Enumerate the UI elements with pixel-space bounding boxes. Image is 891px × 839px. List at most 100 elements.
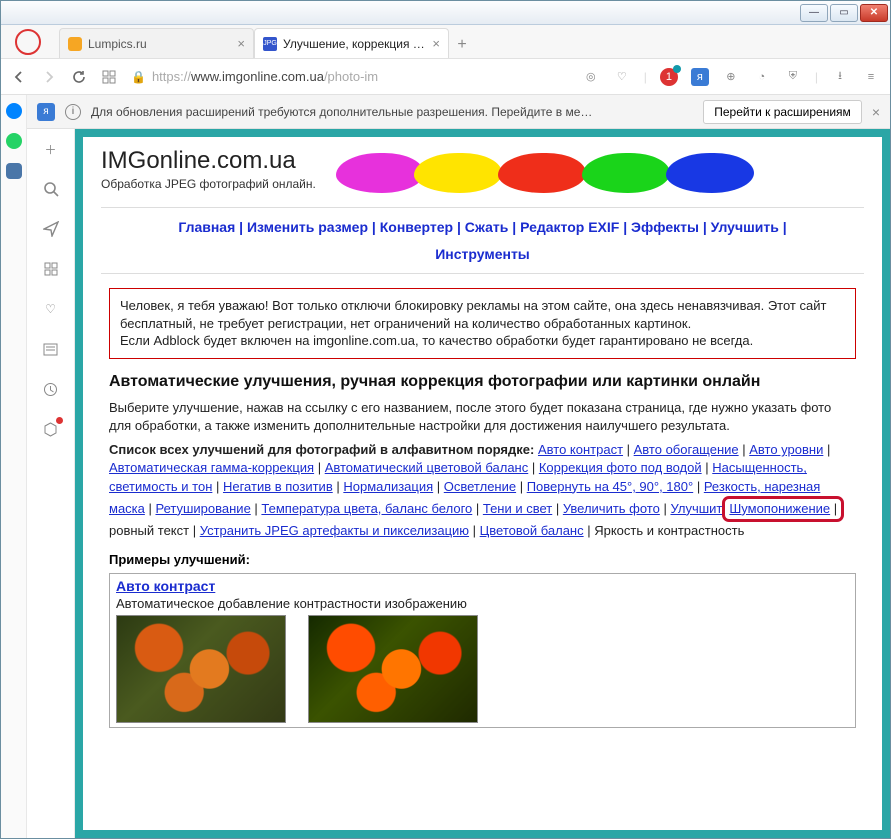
vk-icon[interactable]	[6, 163, 22, 179]
notification-text: Для обновления расширений требуются допо…	[91, 105, 693, 119]
splash-green-icon	[582, 153, 670, 193]
tab-close-icon[interactable]: ×	[237, 36, 245, 51]
example-thumbnails	[116, 615, 849, 723]
link-improve-text-b[interactable]: ровный текст	[109, 523, 189, 538]
news-icon[interactable]	[41, 339, 61, 359]
window-maximize-button[interactable]: ▭	[830, 4, 858, 22]
menu-home[interactable]: Главная	[178, 219, 235, 235]
example-box: Авто контраст Автоматическое добавление …	[109, 573, 856, 728]
content-row: ＋ ♡ IMGonline.com.ua	[27, 129, 890, 838]
menu-converter[interactable]: Конвертер	[380, 219, 453, 235]
window-close-button[interactable]: ✕	[860, 4, 888, 22]
translate-ext-icon[interactable]: я	[37, 103, 55, 121]
site-title: IMGonline.com.ua	[101, 147, 316, 175]
go-to-extensions-button[interactable]: Перейти к расширениям	[703, 100, 862, 124]
link-color-balance[interactable]: Цветовой баланс	[480, 523, 584, 538]
link-auto-color-balance[interactable]: Автоматический цветовой баланс	[325, 460, 529, 475]
extension-translate-icon[interactable]: я	[691, 68, 709, 86]
site-title-block: IMGonline.com.ua Обработка JPEG фотограф…	[101, 147, 316, 191]
menu-improve[interactable]: Улучшить	[711, 219, 779, 235]
history-icon[interactable]	[41, 379, 61, 399]
window-minimize-button[interactable]: —	[800, 4, 828, 22]
whatsapp-icon[interactable]	[6, 133, 22, 149]
shield-icon[interactable]: ⛨	[784, 68, 802, 86]
link-jpeg-artifacts[interactable]: Устранить JPEG артефакты и пикселизацию	[200, 523, 469, 538]
menu-icon[interactable]: ≡	[862, 68, 880, 86]
list-label: Список всех улучшений для фотографий в а…	[109, 442, 534, 457]
extensions-icon[interactable]	[41, 419, 61, 439]
window-titlebar: — ▭ ✕	[1, 1, 890, 25]
address-bar[interactable]: 🔒 https:// www.imgonline.com.ua /photo-i…	[131, 69, 568, 84]
speed-dial-icon[interactable]	[41, 259, 61, 279]
link-brightness-contrast[interactable]: Яркость и контрастность	[594, 523, 744, 538]
links-list: Список всех улучшений для фотографий в а…	[109, 441, 856, 540]
tab-lumpics[interactable]: Lumpics.ru ×	[59, 28, 254, 58]
link-shadows[interactable]: Тени и свет	[483, 501, 552, 516]
main-menu: Главная | Изменить размер | Конвертер | …	[101, 208, 864, 274]
intro-paragraph: Выберите улучшение, нажав на ссылку с ег…	[109, 399, 856, 435]
splash-yellow-icon	[414, 153, 502, 193]
menu-tools[interactable]: Инструменты	[435, 246, 530, 262]
link-negative[interactable]: Негатив в позитив	[223, 479, 333, 494]
link-enlarge[interactable]: Увеличить фото	[563, 501, 660, 516]
adblock-notice: Человек, я тебя уважаю! Вот только отклю…	[109, 288, 856, 359]
forward-button[interactable]	[41, 69, 57, 85]
bookmarks-icon[interactable]: ♡	[41, 299, 61, 319]
example-title-link[interactable]: Авто контраст	[116, 578, 215, 594]
app-window: — ▭ ✕ Lumpics.ru × JPG Улучшение, коррек…	[0, 0, 891, 839]
side-panel-extensions	[1, 95, 27, 838]
link-auto-levels[interactable]: Авто уровни	[749, 442, 823, 457]
splash-red-icon	[498, 153, 586, 193]
new-tab-button[interactable]: +	[449, 32, 475, 58]
notification-close-icon[interactable]: ×	[872, 104, 880, 120]
adblock-text-1: Человек, я тебя уважаю! Вот только отклю…	[120, 297, 845, 332]
reload-button[interactable]	[71, 69, 87, 85]
link-rotate[interactable]: Повернуть на 45°, 90°, 180°	[527, 479, 694, 494]
inner-column: я i Для обновления расширений требуются …	[27, 95, 890, 838]
speed-dial-icon[interactable]	[101, 69, 117, 85]
page-content: IMGonline.com.ua Обработка JPEG фотограф…	[83, 137, 882, 830]
extension-blocker-icon[interactable]: 1	[660, 68, 678, 86]
add-panel-icon[interactable]: ＋	[41, 139, 61, 159]
favicon-icon	[68, 37, 82, 51]
splash-blue-icon	[666, 153, 754, 193]
menu-resize[interactable]: Изменить размер	[247, 219, 368, 235]
tab-title: Улучшение, коррекция ф…	[283, 37, 426, 51]
site-subtitle: Обработка JPEG фотографий онлайн.	[101, 177, 316, 191]
tab-close-icon[interactable]: ×	[432, 36, 440, 51]
link-lighten[interactable]: Осветление	[444, 479, 516, 494]
toolbar-right: ◎ ♡ | 1 я ⊕ ◔ ⛨ | ⭳ ≡	[582, 68, 880, 86]
bookmark-icon[interactable]: ♡	[613, 68, 631, 86]
back-button[interactable]	[11, 69, 27, 85]
messenger-icon[interactable]	[6, 103, 22, 119]
page-heading: Автоматические улучшения, ручная коррекц…	[109, 373, 856, 391]
browser-body: я i Для обновления расширений требуются …	[1, 95, 890, 838]
send-icon[interactable]	[41, 219, 61, 239]
link-auto-gamma[interactable]: Автоматическая гамма-коррекция	[109, 460, 314, 475]
opera-logo-icon[interactable]	[15, 29, 41, 55]
favicon-icon: JPG	[263, 37, 277, 51]
link-retouch[interactable]: Ретуширование	[155, 501, 250, 516]
page-viewport[interactable]: IMGonline.com.ua Обработка JPEG фотограф…	[75, 129, 890, 838]
example-thumb-before	[116, 615, 286, 723]
link-auto-enrich[interactable]: Авто обогащение	[634, 442, 739, 457]
camera-icon[interactable]: ◎	[582, 68, 600, 86]
adblock-text-2: Если Adblock будет включен на imgonline.…	[120, 332, 845, 350]
tab-title: Lumpics.ru	[88, 37, 231, 51]
link-improve-text-a[interactable]: Улучшит	[670, 501, 722, 516]
menu-exif[interactable]: Редактор EXIF	[520, 219, 619, 235]
downloads-icon[interactable]: ⭳	[831, 68, 849, 86]
menu-effects[interactable]: Эффекты	[631, 219, 699, 235]
splash-magenta-icon	[336, 153, 424, 193]
link-auto-contrast[interactable]: Авто контраст	[538, 442, 623, 457]
link-normalize[interactable]: Нормализация	[343, 479, 433, 494]
extension-icon[interactable]: ⊕	[722, 68, 740, 86]
color-splash-logo	[336, 147, 864, 201]
link-underwater[interactable]: Коррекция фото под водой	[539, 460, 702, 475]
link-noise-reduction[interactable]: Шумопонижение	[729, 501, 830, 516]
menu-compress[interactable]: Сжать	[465, 219, 509, 235]
tab-imgonline[interactable]: JPG Улучшение, коррекция ф… ×	[254, 28, 449, 58]
search-icon[interactable]	[41, 179, 61, 199]
link-color-temp[interactable]: Температура цвета, баланс белого	[261, 501, 472, 516]
extension-icon[interactable]: ◔	[753, 68, 771, 86]
